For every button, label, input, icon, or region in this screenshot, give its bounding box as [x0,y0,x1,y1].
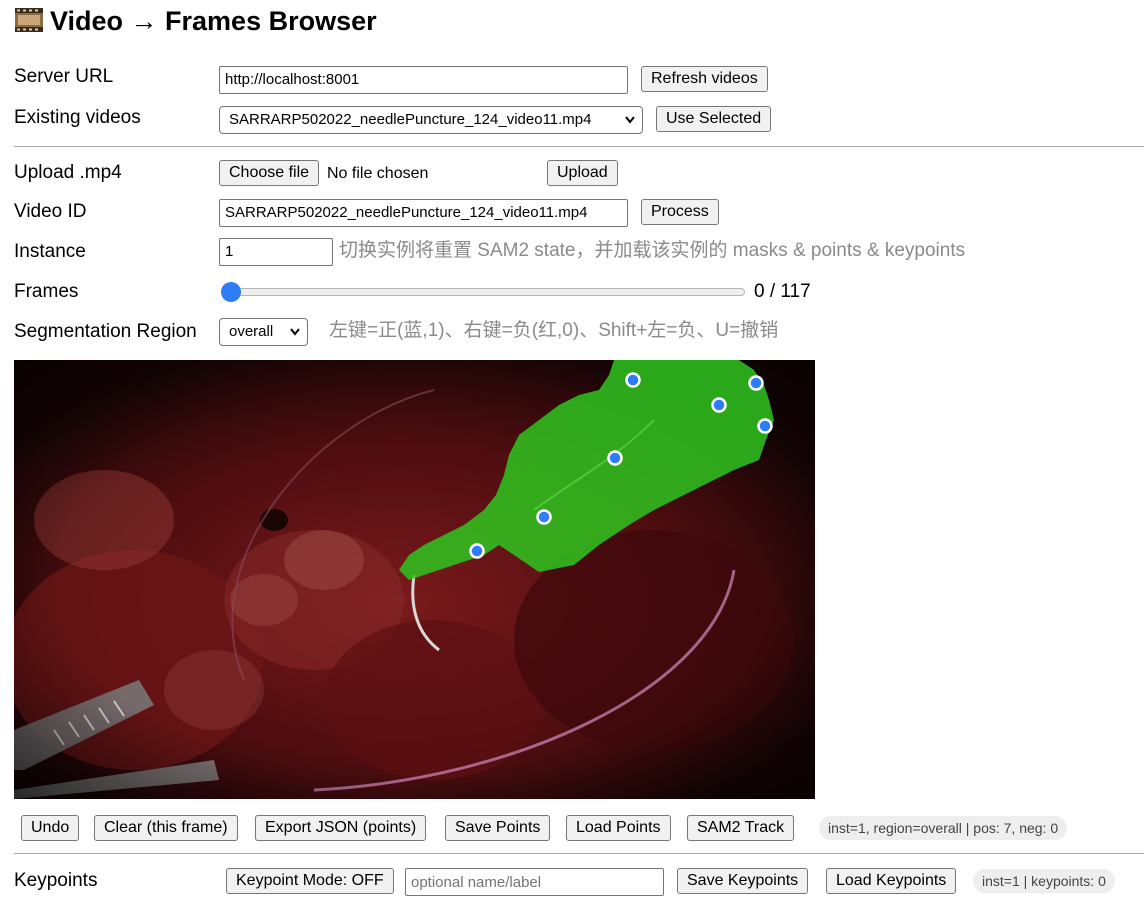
chevron-down-icon [289,319,301,345]
file-status: No file chosen [327,165,429,182]
positive-point-marker[interactable] [711,397,727,413]
frames-label: Frames [14,281,79,302]
keypoints-label: Keypoints [14,870,98,891]
frame-counter: 0 / 117 [754,281,811,302]
keypoint-name-input[interactable] [405,868,664,896]
divider [14,146,1144,147]
upload-button[interactable]: Upload [547,160,618,186]
positive-point-marker[interactable] [625,372,641,388]
existing-videos-selected: SARRARP502022_needlePuncture_124_video11… [229,111,592,128]
use-selected-button[interactable]: Use Selected [656,106,772,132]
frame-image [14,360,815,799]
segmentation-region-select[interactable]: overall [219,318,308,346]
server-url-label: Server URL [14,66,114,87]
server-url-input[interactable]: http://localhost:8001 [219,66,628,94]
positive-point-marker[interactable] [757,418,773,434]
positive-point-marker[interactable] [469,543,485,559]
positive-point-marker[interactable] [536,509,552,525]
instance-label: Instance [14,241,86,262]
film-frames-icon [14,5,44,32]
export-json-button[interactable]: Export JSON (points) [255,815,427,841]
page-title-text: Video → Frames Browser [50,6,377,36]
process-button[interactable]: Process [641,199,719,225]
load-points-button[interactable]: Load Points [566,815,671,841]
existing-videos-label: Existing videos [14,107,141,128]
choose-file-button[interactable]: Choose file [219,160,320,186]
segmentation-region-selected: overall [229,323,274,340]
undo-button[interactable]: Undo [21,815,80,841]
slider-track [221,288,745,296]
video-id-input[interactable]: SARRARP502022_needlePuncture_124_video11… [219,199,628,227]
slider-thumb[interactable] [221,282,241,302]
divider [14,853,1144,854]
keypoints-status-badge: inst=1 | keypoints: 0 [973,869,1115,893]
instance-input[interactable]: 1 [219,238,333,266]
frame-canvas[interactable] [14,360,815,799]
save-points-button[interactable]: Save Points [445,815,551,841]
chevron-down-icon [624,107,636,133]
existing-videos-select[interactable]: SARRARP502022_needlePuncture_124_video11… [219,106,643,134]
save-keypoints-button[interactable]: Save Keypoints [677,868,809,894]
sam2-track-button[interactable]: SAM2 Track [687,815,795,841]
upload-label: Upload .mp4 [14,162,122,183]
positive-point-marker[interactable] [607,450,623,466]
load-keypoints-button[interactable]: Load Keypoints [826,868,957,894]
refresh-videos-button[interactable]: Refresh videos [641,66,768,92]
keypoint-mode-button[interactable]: Keypoint Mode: OFF [226,868,394,894]
frame-slider[interactable] [221,282,745,302]
points-status-badge: inst=1, region=overall | pos: 7, neg: 0 [819,816,1068,840]
video-id-label: Video ID [14,201,87,222]
segmentation-hint: 左键=正(蓝,1)、右键=负(红,0)、Shift+左=负、U=撤销 [329,320,779,341]
segmentation-label: Segmentation Region [14,321,197,342]
positive-point-marker[interactable] [748,375,764,391]
clear-frame-button[interactable]: Clear (this frame) [94,815,238,841]
instance-hint: 切换实例将重置 SAM2 state，并加载该实例的 masks & point… [339,240,966,261]
page-title: Video → Frames Browser [14,2,377,40]
